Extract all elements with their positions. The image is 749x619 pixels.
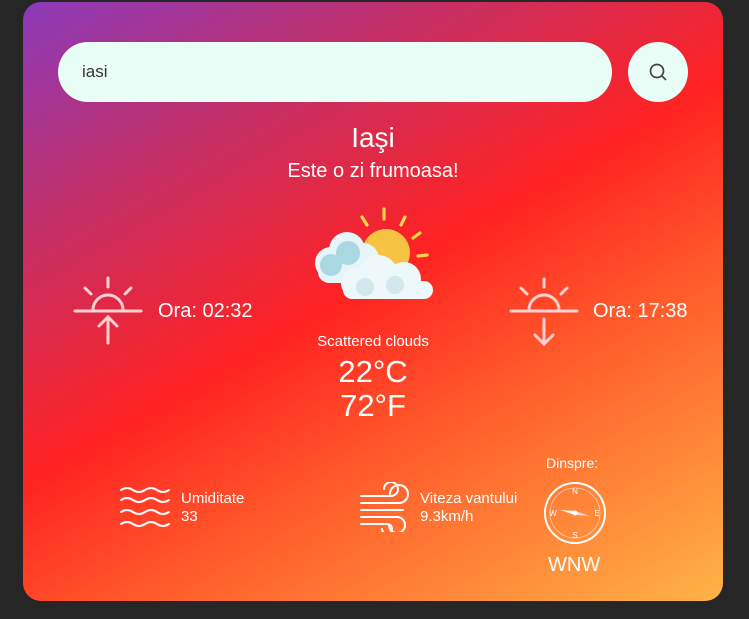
temperature-celsius: 22°C — [338, 354, 408, 389]
humidity-icon — [120, 487, 170, 527]
wind-direction-label: Dinspre: — [546, 455, 599, 471]
temperature-fahrenheit: 72°F — [340, 388, 406, 423]
search-icon — [649, 63, 667, 81]
compass-west: W — [549, 509, 557, 518]
weather-tagline: Este o zi frumoasa! — [287, 160, 459, 182]
wind-speed-label: Viteza vantului — [420, 490, 518, 507]
wind-speed-value: 9.3km/h — [420, 508, 474, 525]
weather-card: Iaşi Este o zi frumoasa! Ora: 02:32 — [23, 2, 723, 601]
search-input[interactable] — [58, 42, 612, 102]
partly-cloudy-icon — [315, 207, 433, 299]
compass-icon: N E S W — [544, 482, 606, 544]
sunrise-time: Ora: 02:32 — [158, 300, 253, 322]
compass-north: N — [572, 487, 578, 496]
humidity-value: 33 — [181, 508, 198, 525]
wind-direction-value: WNW — [548, 554, 601, 576]
sunset-icon — [509, 277, 579, 347]
compass-south: S — [572, 531, 577, 540]
sunset-time: Ora: 17:38 — [593, 300, 688, 322]
humidity-label: Umiditate — [181, 490, 245, 507]
wind-icon — [360, 482, 409, 532]
weather-description: Scattered clouds — [317, 333, 429, 350]
city-name: Iaşi — [351, 122, 395, 153]
compass-east: E — [594, 509, 599, 518]
sunrise-icon — [73, 276, 143, 345]
search-button[interactable] — [628, 42, 688, 102]
